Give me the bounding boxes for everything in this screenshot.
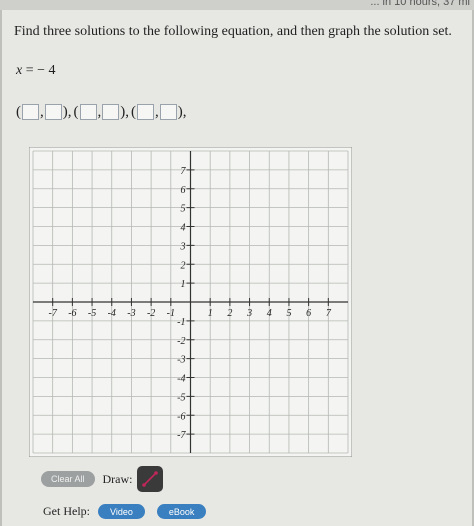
x-tick-label: 1 bbox=[208, 308, 213, 319]
x-tick-label: -7 bbox=[49, 308, 58, 319]
y-tick-label: 2 bbox=[181, 260, 186, 271]
comma: , bbox=[97, 103, 102, 120]
coordinate-grid[interactable]: -7 -6 -5 -4 -3 -2 -1 1 2 3 4 5 6 77654321-1-2-3-4-5-6… bbox=[29, 147, 352, 457]
open-paren: ( bbox=[131, 103, 136, 120]
answer-y-input-3[interactable] bbox=[159, 104, 177, 120]
x-tick-label: 6 bbox=[306, 308, 311, 319]
get-help-label: Get Help: bbox=[43, 504, 90, 518]
answer-pair-3: ( , ), bbox=[131, 104, 187, 121]
answer-y-input-2[interactable] bbox=[102, 104, 120, 120]
x-tick-label: -4 bbox=[108, 308, 116, 319]
equation: x = − 4 bbox=[16, 63, 56, 79]
x-tick-label: 3 bbox=[246, 308, 252, 319]
x-tick-label: 2 bbox=[227, 308, 232, 319]
x-tick-label: -5 bbox=[88, 308, 96, 319]
answer-pairs: ( , ), ( , ), ( , ), bbox=[16, 102, 189, 122]
answer-x-input-1[interactable] bbox=[22, 104, 39, 120]
y-tick-label: -2 bbox=[177, 336, 185, 347]
y-tick-label: -1 bbox=[177, 317, 185, 328]
y-tick-label: -5 bbox=[177, 392, 185, 403]
x-tick-label: -1 bbox=[167, 308, 175, 319]
x-tick-label: 4 bbox=[267, 308, 272, 319]
top-status-strip: ... in 10 hours, 37 mi bbox=[0, 0, 474, 10]
open-paren: ( bbox=[73, 103, 79, 120]
comma: , bbox=[155, 103, 159, 120]
clear-all-button[interactable]: Clear All bbox=[41, 471, 95, 487]
graph-toolbar: Clear All Draw: bbox=[41, 466, 163, 492]
answer-x-input-2[interactable] bbox=[79, 104, 97, 120]
y-tick-label: -3 bbox=[177, 355, 185, 366]
equation-variable: x bbox=[16, 63, 23, 78]
question-prompt: Find three solutions to the following eq… bbox=[14, 24, 452, 39]
x-tick-label: -3 bbox=[127, 308, 135, 319]
x-tick-label: -6 bbox=[68, 308, 76, 319]
y-tick-label: 1 bbox=[181, 279, 186, 290]
close-paren: ), bbox=[177, 103, 187, 120]
answer-pair-1: ( , ), bbox=[16, 104, 72, 121]
comma: , bbox=[40, 103, 44, 120]
close-paren: ), bbox=[62, 103, 72, 120]
y-tick-label: -7 bbox=[177, 430, 186, 441]
y-tick-label: 3 bbox=[180, 241, 186, 252]
answer-pair-2: ( , ), bbox=[73, 103, 129, 121]
answer-x-input-3[interactable] bbox=[137, 104, 154, 120]
y-tick-label: -6 bbox=[177, 411, 185, 422]
status-text: ... in 10 hours, 37 mi bbox=[370, 0, 470, 8]
draw-label: Draw: bbox=[102, 471, 133, 486]
x-tick-label: 5 bbox=[286, 308, 291, 319]
x-tick-label: -2 bbox=[147, 308, 155, 319]
equation-rhs: = − 4 bbox=[25, 63, 56, 78]
open-paren: ( bbox=[16, 103, 21, 120]
y-tick-label: 6 bbox=[181, 185, 186, 196]
video-button[interactable]: Video bbox=[98, 504, 145, 519]
y-tick-label: 4 bbox=[181, 223, 186, 234]
line-tool-icon[interactable] bbox=[136, 466, 163, 492]
get-help: Get Help: Video eBook bbox=[43, 504, 218, 519]
y-tick-label: -4 bbox=[177, 374, 185, 385]
y-tick-label: 5 bbox=[181, 204, 186, 215]
close-paren: ), bbox=[120, 103, 129, 120]
ebook-button[interactable]: eBook bbox=[156, 504, 207, 519]
answer-y-input-1[interactable] bbox=[44, 104, 62, 120]
